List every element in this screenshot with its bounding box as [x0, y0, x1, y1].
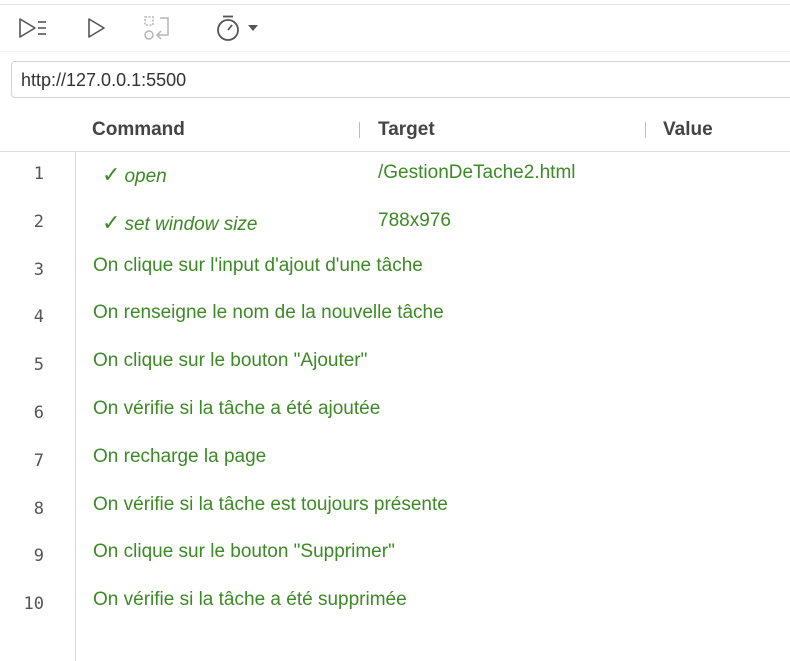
table-row[interactable]: 2 ✓ set window size 788x976 [0, 200, 790, 248]
chevron-down-icon [248, 25, 258, 31]
column-header-value[interactable]: Value [663, 119, 713, 141]
commands-table-header: Command Target Value [0, 108, 790, 152]
base-url-input[interactable]: http://127.0.0.1:5500 [11, 61, 790, 98]
column-resize-handle[interactable] [359, 122, 360, 138]
table-row[interactable]: 7 On recharge la page [0, 439, 790, 487]
table-row[interactable]: 8 On vérifie si la tâche est toujours pré… [0, 487, 790, 535]
column-header-target[interactable]: Target [378, 119, 435, 141]
step-over-button[interactable] [141, 13, 173, 43]
table-row[interactable]: 10 On vérifie si la tâche a été supprimée [0, 582, 790, 630]
target-cell: 788x976 [378, 209, 451, 231]
comment-cell: On clique sur l'input d'ajout d'une tâch… [93, 254, 423, 276]
comment-cell: On clique sur le bouton "Ajouter" [93, 350, 368, 372]
table-row[interactable]: 6 On vérifie si la tâche a été ajoutée [0, 391, 790, 439]
comment-cell: On renseigne le nom de la nouvelle tâche [93, 302, 444, 324]
table-row[interactable]: 4 On renseigne le nom de la nouvelle tâch… [0, 295, 790, 343]
stopwatch-icon [217, 15, 239, 41]
line-number: 1 [33, 164, 44, 184]
test-speed-button[interactable] [212, 13, 262, 43]
base-url-value: http://127.0.0.1:5500 [21, 70, 187, 90]
column-resize-handle[interactable] [645, 122, 646, 138]
line-number: 7 [33, 450, 44, 471]
table-row[interactable]: 3 On clique sur l'input d'ajout d'une tâc… [0, 248, 790, 296]
run-all-icon [19, 18, 46, 38]
comment-cell: On clique sur le bouton "Supprimer" [93, 541, 395, 563]
command-name: set window size [124, 213, 258, 235]
column-header-command[interactable]: Command [92, 119, 185, 141]
line-number: 10 [23, 594, 44, 615]
toolbar [0, 5, 790, 51]
line-number: 9 [33, 546, 44, 567]
comment-cell: On recharge la page [93, 445, 267, 467]
comment-cell: On vérifie si la tâche a été supprimée [93, 589, 407, 611]
command-name: open [124, 166, 167, 187]
line-number: 8 [33, 498, 44, 519]
target-cell: /GestionDeTache2.html [378, 162, 576, 183]
toolbar-divider [0, 51, 790, 52]
comment-cell: On vérifie si la tâche est toujours prés… [93, 493, 448, 515]
table-row[interactable]: 5 On clique sur le bouton "Ajouter" [0, 343, 790, 391]
line-number: 4 [33, 307, 44, 328]
run-current-test-button[interactable] [82, 13, 110, 43]
selenium-ide-editor: http://127.0.0.1:5500 Command Target Val… [0, 0, 790, 661]
command-cell: ✓ open [102, 162, 167, 188]
run-all-tests-button[interactable] [14, 13, 50, 43]
step-icon [144, 16, 169, 40]
command-cell: ✓ set window size [102, 210, 258, 236]
table-row[interactable]: 9 On clique sur le bouton "Supprimer" [0, 534, 790, 582]
line-number: 5 [33, 355, 44, 376]
line-number: 3 [33, 259, 44, 280]
line-number: 6 [33, 403, 44, 423]
table-row[interactable]: 1 ✓ open/GestionDeTache2.html [0, 152, 790, 200]
checkmark-icon: ✓ [102, 162, 121, 187]
line-number: 2 [33, 211, 44, 232]
checkmark-icon: ✓ [102, 209, 121, 235]
comment-cell: On vérifie si la tâche a été ajoutée [93, 398, 381, 419]
play-icon [88, 18, 105, 38]
